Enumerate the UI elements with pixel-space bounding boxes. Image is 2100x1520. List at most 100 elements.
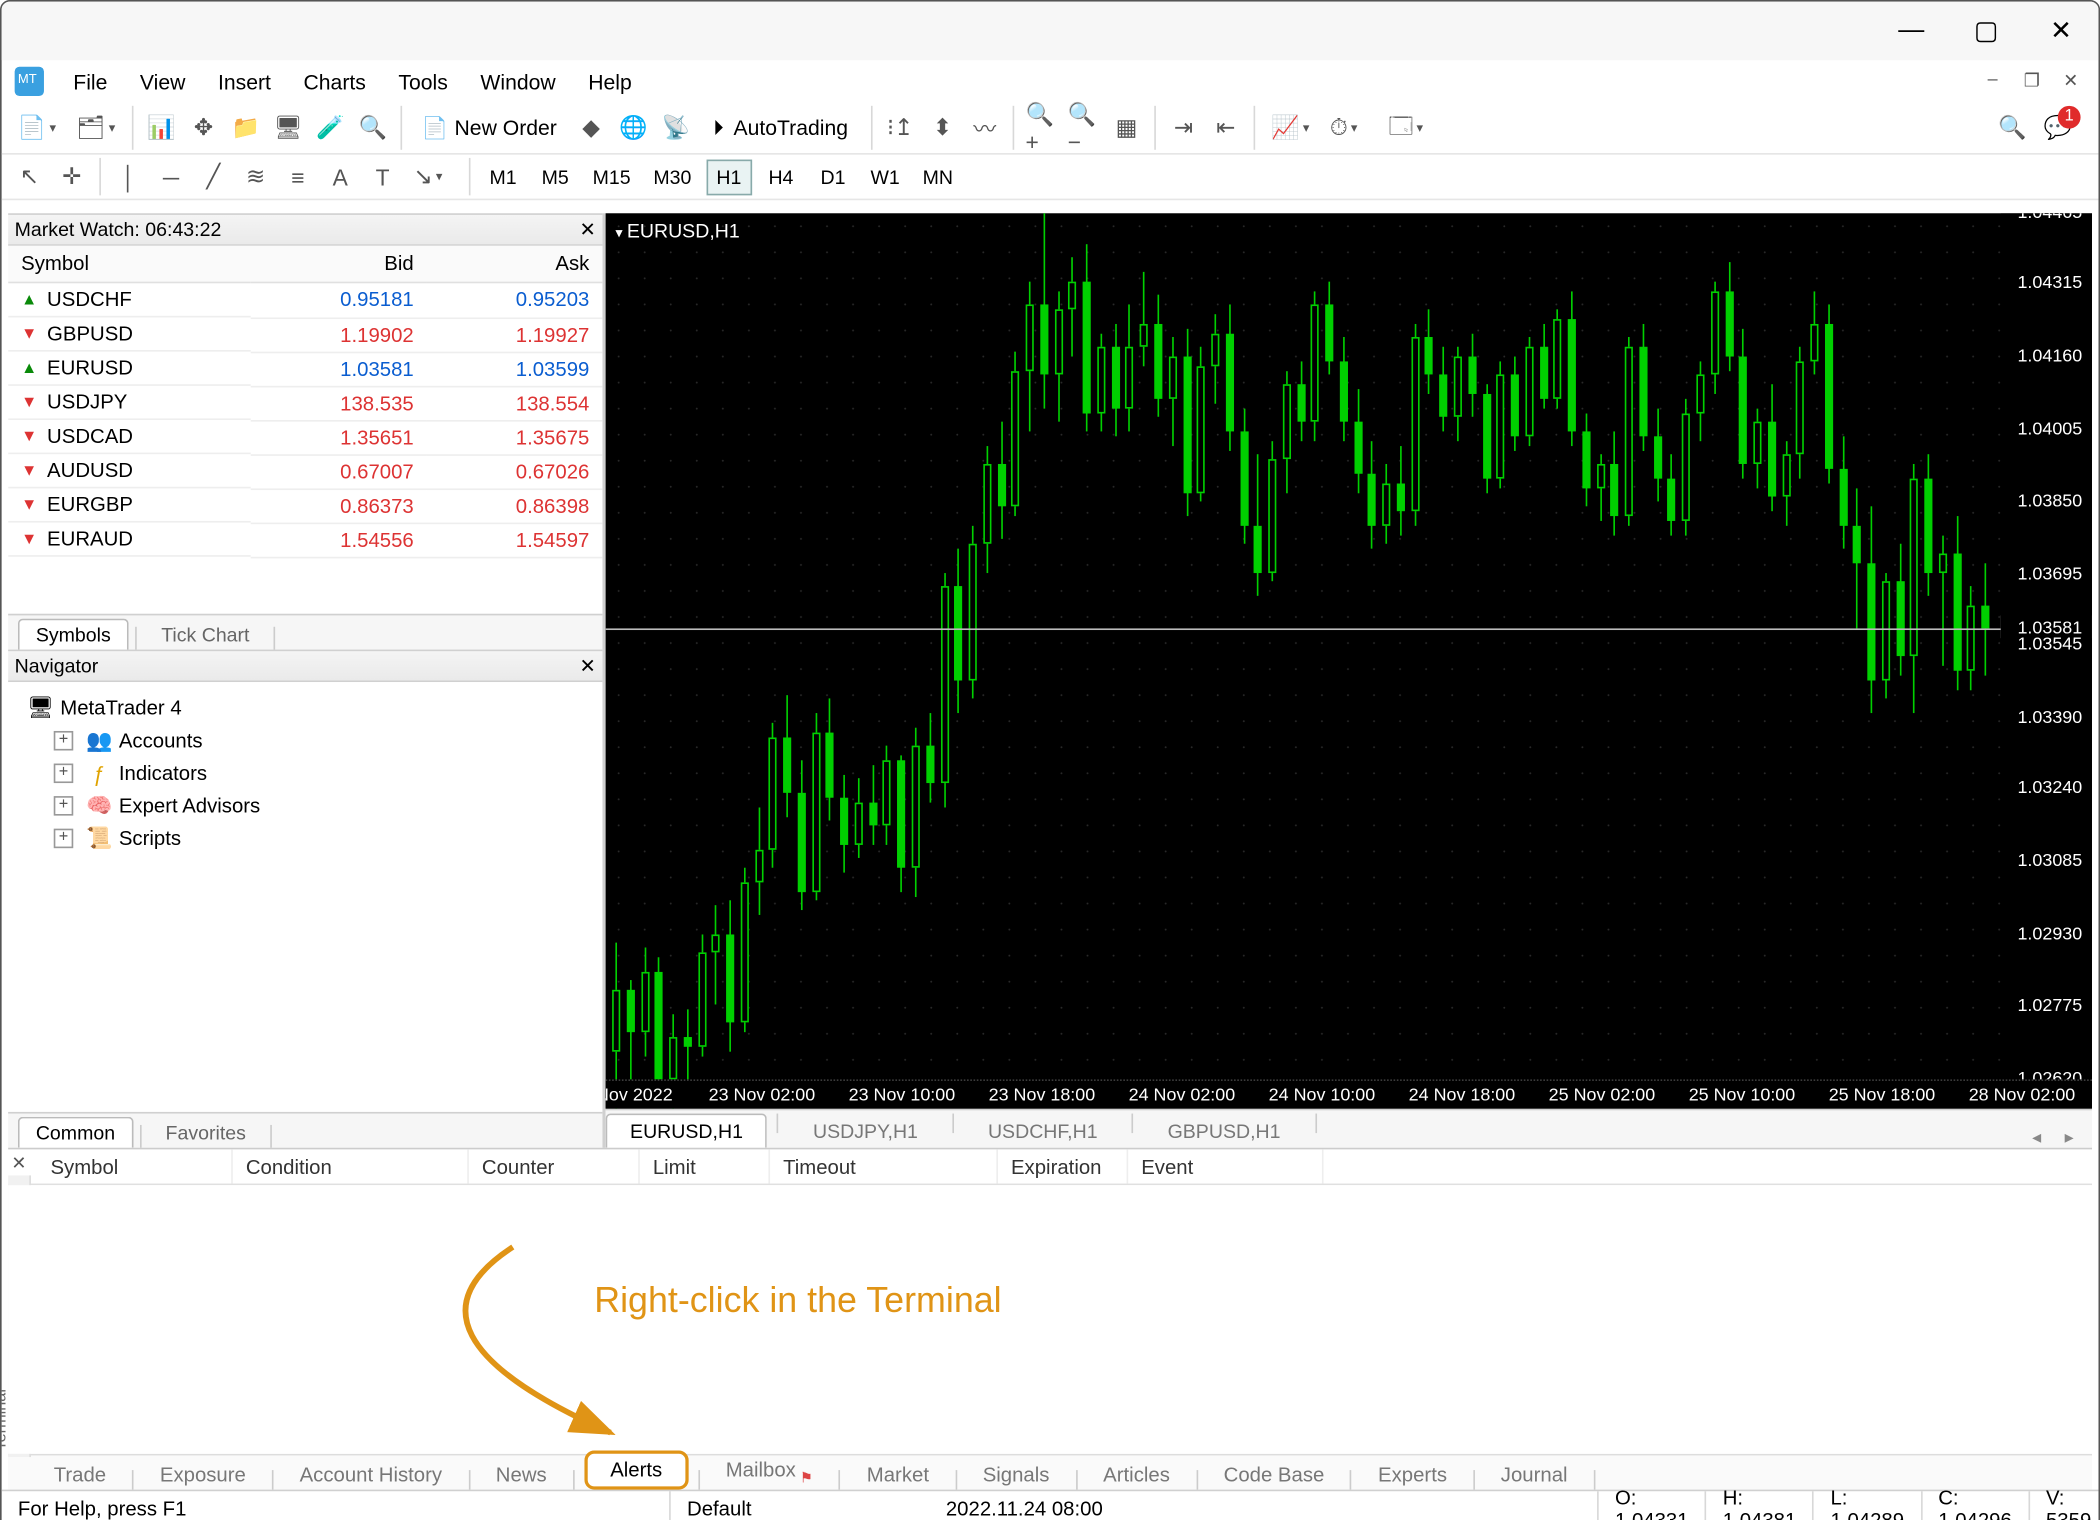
navigator-toggle[interactable]: 📁 (228, 110, 264, 146)
arrows-dropdown[interactable]: ↘ (407, 159, 459, 195)
market-watch-row[interactable]: ▼USDCAD1.356511.35675 (8, 420, 602, 454)
chart-tab[interactable]: GBPUSD,H1 (1143, 1114, 1305, 1148)
nav-root[interactable]: 🖥 MetaTrader 4 (21, 692, 596, 725)
tab-favorites[interactable]: Favorites (148, 1117, 264, 1148)
auto-scroll-icon[interactable]: ⇥ (1165, 110, 1201, 146)
menu-charts[interactable]: Charts (287, 63, 382, 100)
chart-tab[interactable]: USDCHF,H1 (964, 1114, 1122, 1148)
terminal-col-counter[interactable]: Counter (469, 1149, 640, 1183)
terminal-col-condition[interactable]: Condition (233, 1149, 469, 1183)
terminal-col-expiration[interactable]: Expiration (998, 1149, 1128, 1183)
search-icon[interactable]: 🔍 (1994, 110, 2030, 146)
new-order-button[interactable]: 📄 New Order (412, 110, 567, 146)
timeframe-mn[interactable]: MN (914, 159, 961, 195)
strategy-tester-toggle[interactable]: 🧪 (313, 110, 349, 146)
menu-view[interactable]: View (124, 63, 202, 100)
terminal-tab-journal[interactable]: Journal (1485, 1460, 1584, 1489)
terminal-tab-trade[interactable]: Trade (37, 1460, 122, 1489)
market-watch-close-icon[interactable]: ✕ (579, 218, 595, 241)
terminal-tab-exposure[interactable]: Exposure (144, 1460, 263, 1489)
terminal-close-icon[interactable]: ✕ (11, 1153, 26, 1174)
timeframe-d1[interactable]: D1 (810, 159, 856, 195)
menu-tools[interactable]: Tools (382, 63, 464, 100)
timeframe-m30[interactable]: M30 (645, 159, 699, 195)
menu-insert[interactable]: Insert (202, 63, 287, 100)
crosshair-icon[interactable]: ✛ (54, 159, 90, 195)
nav-node-expert-advisors[interactable]: +🧠Expert Advisors (47, 790, 596, 823)
timeframe-m15[interactable]: M15 (584, 159, 638, 195)
terminal-col-timeout[interactable]: Timeout (770, 1149, 998, 1183)
nav-node-scripts[interactable]: +📜Scripts (47, 822, 596, 855)
timeframe-h4[interactable]: H4 (758, 159, 804, 195)
horizontal-line-icon[interactable]: ─ (153, 159, 189, 195)
tab-tick-chart[interactable]: Tick Chart (143, 619, 267, 650)
line-chart-icon[interactable]: 〰 (967, 110, 1003, 146)
terminal-tab-market[interactable]: Market (851, 1460, 946, 1489)
terminal-tab-experts[interactable]: Experts (1362, 1460, 1464, 1489)
chart-tabs-next[interactable]: ▸ (2056, 1127, 2082, 1148)
timeframe-m5[interactable]: M5 (532, 159, 578, 195)
terminal-toggle[interactable]: 🖥 (270, 110, 306, 146)
zoom-out-icon[interactable]: 🔍− (1066, 110, 1102, 146)
text-icon[interactable]: A (322, 159, 358, 195)
market-watch-row[interactable]: ▼EURAUD1.545561.54597 (8, 523, 602, 557)
nav-node-indicators[interactable]: +ƒIndicators (47, 757, 596, 790)
metaeditor-button[interactable]: 🔍 (355, 110, 391, 146)
navigator-close-icon[interactable]: ✕ (579, 654, 595, 677)
data-window-toggle[interactable]: ✥ (186, 110, 222, 146)
chart-area[interactable]: EURUSD,H1 (606, 213, 2092, 1108)
fibonacci-icon[interactable]: ≡ (280, 159, 316, 195)
minimize-button[interactable]: — (1874, 2, 1949, 61)
candlestick-icon[interactable]: ⬍ (925, 110, 961, 146)
tab-symbols[interactable]: Symbols (18, 619, 129, 650)
notifications-icon[interactable]: 💬 1 (2040, 110, 2076, 146)
indicators-dropdown[interactable]: 📈 (1265, 110, 1317, 146)
chart-tabs-prev[interactable]: ◂ (2024, 1127, 2050, 1148)
profiles-dropdown[interactable]: 🗂 (70, 110, 122, 146)
terminal-col-limit[interactable]: Limit (640, 1149, 770, 1183)
mql-community-icon[interactable]: 🌐 (615, 110, 651, 146)
terminal-tab-account-history[interactable]: Account History (283, 1460, 458, 1489)
trendline-icon[interactable]: ╱ (195, 159, 231, 195)
terminal-col-event[interactable]: Event (1128, 1149, 1323, 1183)
timeframe-h1[interactable]: H1 (706, 159, 752, 195)
mdi-minimize[interactable]: – (1978, 65, 2007, 94)
market-watch-row[interactable]: ▼EURGBP0.863730.86398 (8, 488, 602, 522)
tile-windows-icon[interactable]: ▦ (1108, 110, 1144, 146)
col-symbol[interactable]: Symbol (8, 246, 251, 283)
terminal-tab-news[interactable]: News (480, 1460, 563, 1489)
market-watch-row[interactable]: ▼AUDUSD0.670070.67026 (8, 454, 602, 488)
market-watch-row[interactable]: ▲EURUSD1.035811.03599 (8, 352, 602, 386)
bar-chart-icon[interactable]: ⁝↥ (882, 110, 918, 146)
col-bid[interactable]: Bid (251, 246, 427, 283)
tab-common[interactable]: Common (18, 1117, 133, 1148)
cursor-icon[interactable]: ↖ (11, 159, 47, 195)
terminal-tab-signals[interactable]: Signals (966, 1460, 1065, 1489)
vertical-line-icon[interactable]: │ (111, 159, 147, 195)
new-chart-dropdown[interactable]: 📄 (11, 110, 63, 146)
mdi-close[interactable]: ✕ (2056, 65, 2085, 94)
market-watch-row[interactable]: ▼USDJPY138.535138.554 (8, 386, 602, 420)
terminal-col-symbol[interactable]: Symbol (37, 1149, 232, 1183)
menu-file[interactable]: File (57, 63, 124, 100)
terminal-tab-mailbox[interactable]: Mailbox ⚑ (709, 1455, 829, 1490)
close-button[interactable]: ✕ (2024, 2, 2099, 61)
metaeditor-icon[interactable]: ◆ (573, 110, 609, 146)
menu-window[interactable]: Window (464, 63, 572, 100)
status-profile[interactable]: Default (669, 1491, 929, 1520)
chart-tab[interactable]: USDJPY,H1 (789, 1114, 943, 1148)
signals-icon[interactable]: 📡 (658, 110, 694, 146)
market-watch-toggle[interactable]: 📊 (143, 110, 179, 146)
mdi-restore[interactable]: ❐ (2017, 65, 2046, 94)
menu-help[interactable]: Help (572, 63, 648, 100)
maximize-button[interactable]: ▢ (1949, 2, 2024, 61)
market-watch-header[interactable]: Market Watch: 06:43:22 ✕ (8, 213, 602, 246)
terminal-tab-articles[interactable]: Articles (1087, 1460, 1186, 1489)
equidistant-channel-icon[interactable]: ≋ (238, 159, 274, 195)
col-ask[interactable]: Ask (427, 246, 603, 283)
navigator-header[interactable]: Navigator ✕ (8, 650, 602, 683)
zoom-in-icon[interactable]: 🔍+ (1024, 110, 1060, 146)
autotrading-button[interactable]: ⏵ AutoTrading (700, 110, 861, 146)
terminal-tab-code-base[interactable]: Code Base (1207, 1460, 1340, 1489)
timeframe-m1[interactable]: M1 (480, 159, 526, 195)
